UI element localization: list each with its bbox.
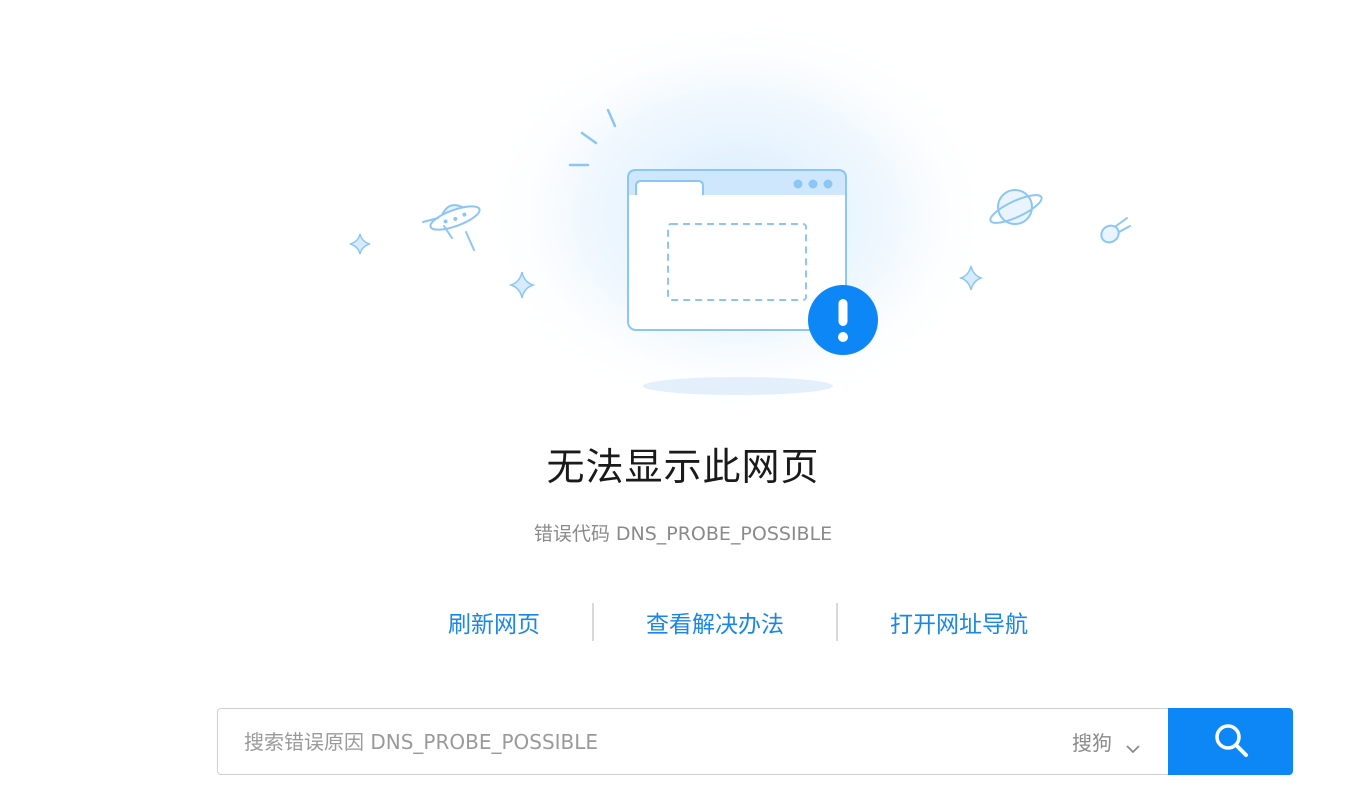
view-solutions-link[interactable]: 查看解决办法 xyxy=(646,605,784,639)
open-url-navigation-link[interactable]: 打开网址导航 xyxy=(890,605,1028,639)
page-title: 无法显示此网页 xyxy=(546,445,820,489)
action-links: 刷新网页 查看解决办法 打开网址导航 xyxy=(383,602,1093,642)
comet-icon xyxy=(1100,217,1131,244)
exclamation-icon xyxy=(808,285,878,355)
window-shadow xyxy=(643,377,833,395)
refresh-page-link[interactable]: 刷新网页 xyxy=(448,605,540,639)
chevron-down-icon xyxy=(1124,736,1142,753)
search-button[interactable] xyxy=(1168,708,1293,775)
error-code: 错误代码 DNS_PROBE_POSSIBLE xyxy=(533,523,833,545)
ufo-icon xyxy=(429,204,481,231)
search-icon xyxy=(1212,721,1250,762)
search-bar: 搜狗 xyxy=(217,708,1293,775)
divider xyxy=(592,603,594,641)
error-page: 无法显示此网页 错误代码 DNS_PROBE_POSSIBLE 刷新网页 查看解… xyxy=(0,0,1366,800)
search-engine-label: 搜狗 xyxy=(1072,731,1112,755)
illustration xyxy=(0,0,1366,420)
search-engine-select[interactable]: 搜狗 xyxy=(1072,727,1168,756)
search-input[interactable] xyxy=(218,710,1072,773)
divider xyxy=(836,603,838,641)
search-box: 搜狗 xyxy=(217,708,1168,775)
